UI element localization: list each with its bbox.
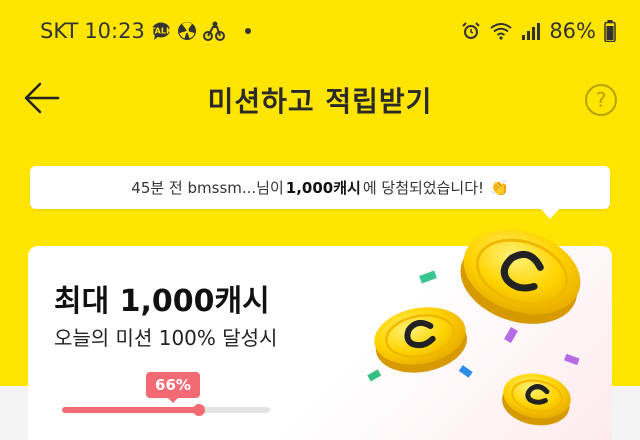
battery-percent: 86%	[549, 19, 596, 43]
delivery-icon	[202, 21, 225, 41]
carrier-label: SKT	[40, 19, 79, 43]
progress-badge: 66%	[146, 372, 200, 403]
progress-fill	[62, 407, 200, 413]
winner-banner: 45분 전 bmssm...님이 1,000캐시 에 당첨되었습니다! 👏	[30, 166, 610, 209]
progress-knob	[193, 404, 206, 416]
talk-icon: TALK	[151, 21, 171, 41]
banner-tail	[540, 208, 560, 219]
winner-prize: 1,000캐시	[285, 179, 361, 197]
page-title: 미션하고 적립받기	[207, 85, 433, 118]
svg-text:TALK: TALK	[151, 27, 171, 36]
status-bar: SKT 10:23 TALK 86%	[0, 0, 640, 62]
mission-reward-title: 최대 1,000캐시	[54, 284, 270, 319]
status-right: 86%	[461, 19, 616, 43]
alarm-icon	[461, 21, 481, 41]
signal-icon	[521, 21, 541, 41]
winner-suffix: 에 당첨되었습니다!	[362, 179, 485, 197]
clap-icon: 👏	[490, 178, 509, 197]
help-button[interactable]: ?	[585, 84, 617, 116]
mission-reward-subtitle: 오늘의 미션 100% 달성시	[54, 326, 278, 350]
radiation-icon	[177, 21, 197, 41]
progress-bar	[62, 404, 270, 416]
status-left: SKT 10:23 TALK	[40, 19, 251, 43]
clock-time: 10:23	[84, 19, 145, 43]
question-icon: ?	[595, 88, 607, 112]
mission-card[interactable]: 최대 1,000캐시 오늘의 미션 100% 달성시 66%	[28, 246, 612, 440]
more-notifications-dot	[244, 28, 251, 34]
wifi-icon	[489, 21, 513, 41]
winner-prefix: 45분 전 bmssm...님이	[131, 179, 284, 197]
battery-icon	[604, 20, 616, 42]
